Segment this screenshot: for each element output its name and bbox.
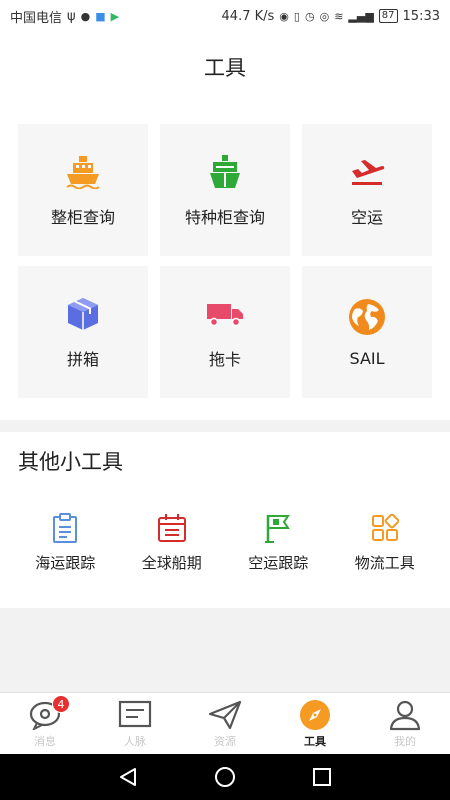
- eye-icon: ◎: [319, 9, 330, 23]
- tab-tools[interactable]: 工具: [270, 693, 360, 754]
- alarm-icon: ◷: [304, 9, 315, 23]
- home-icon[interactable]: [210, 762, 240, 792]
- unread-badge: 4: [52, 695, 70, 713]
- tab-label: 资源: [214, 735, 236, 748]
- tool-label: 空运跟踪: [248, 554, 309, 572]
- profile-icon: [387, 699, 423, 731]
- status-time: 15:33: [402, 8, 440, 24]
- airplane-takeoff-icon: [347, 152, 387, 192]
- tool-ocean-tracking[interactable]: 海运跟踪: [15, 512, 115, 573]
- chat-notification-icon: ●: [80, 9, 91, 23]
- vibrate-icon: ▯: [293, 9, 300, 23]
- tool-label: SAIL: [349, 348, 385, 368]
- tab-resources[interactable]: 资源: [180, 693, 270, 754]
- play-notification-icon: ▶: [110, 9, 120, 23]
- tool-label: 全球船期: [141, 554, 202, 572]
- main-tools-section: 整柜查询 特种柜查询 空运 拼箱 拖卡 SAIL: [0, 102, 450, 420]
- wifi-icon: ≋: [334, 9, 344, 23]
- tab-label: 消息: [34, 735, 56, 748]
- signal-icon: ▂▄▆: [348, 9, 374, 23]
- tool-lcl[interactable]: 拼箱: [18, 266, 148, 398]
- cargo-ship-icon: [205, 152, 245, 192]
- tool-fcl-query[interactable]: 整柜查询: [18, 124, 148, 256]
- usb-icon: ψ: [67, 8, 76, 24]
- tool-label: 物流工具: [354, 554, 415, 572]
- tool-sail[interactable]: SAIL: [302, 266, 432, 398]
- tab-label: 我的: [394, 735, 416, 748]
- clipboard-icon: [49, 512, 81, 544]
- network-speed: 44.7 K/s: [221, 8, 275, 24]
- tool-trucking[interactable]: 拖卡: [160, 266, 290, 398]
- tool-logistics-tools[interactable]: 物流工具: [335, 512, 435, 573]
- recents-icon[interactable]: [307, 762, 337, 792]
- back-icon[interactable]: [113, 762, 143, 792]
- tool-label: 特种柜查询: [184, 208, 265, 227]
- tool-label: 拼箱: [66, 350, 99, 369]
- truck-icon: [205, 294, 245, 334]
- tab-profile[interactable]: 我的: [360, 693, 450, 754]
- status-bar: 中国电信 ψ ● ■ ▶ 44.7 K/s ◉ ▯ ◷ ◎ ≋ ▂▄▆ 87 1…: [0, 0, 450, 32]
- page-title: 工具: [204, 56, 246, 80]
- tool-label: 拖卡: [208, 350, 241, 369]
- battery-level: 87: [378, 9, 398, 23]
- tab-label: 工具: [304, 735, 326, 748]
- bottom-nav: 4 消息 人脉 资源 工具 我的: [0, 692, 450, 754]
- carrier-name: 中国电信: [10, 10, 63, 26]
- tool-label: 空运: [350, 208, 383, 227]
- tool-label: 整柜查询: [50, 208, 115, 227]
- paper-plane-icon: [207, 699, 243, 731]
- main-tools-grid: 整柜查询 特种柜查询 空运 拼箱 拖卡 SAIL: [18, 124, 432, 398]
- tool-global-schedule[interactable]: 全球船期: [122, 512, 222, 573]
- globe-icon: [347, 297, 387, 337]
- calendar-icon: [156, 512, 188, 544]
- ship-icon: [63, 152, 103, 192]
- app-notification-icon: ■: [95, 9, 106, 23]
- tab-label: 人脉: [124, 735, 146, 748]
- page-header: 工具: [0, 32, 450, 102]
- location-icon: ◉: [279, 9, 289, 23]
- contacts-card-icon: [117, 699, 153, 731]
- tab-messages[interactable]: 4 消息: [0, 693, 90, 754]
- tool-air-freight[interactable]: 空运: [302, 124, 432, 256]
- other-tools-row: 海运跟踪 全球船期 空运跟踪 物流工具: [0, 512, 450, 573]
- compass-icon: [297, 699, 333, 731]
- tool-special-container-query[interactable]: 特种柜查询: [160, 124, 290, 256]
- system-nav-bar: [0, 754, 450, 800]
- tool-air-tracking[interactable]: 空运跟踪: [228, 512, 328, 573]
- tool-label: 海运跟踪: [35, 554, 96, 572]
- grid-apps-icon: [369, 512, 401, 544]
- box-icon: [63, 294, 103, 334]
- section-title: 其他小工具: [18, 450, 123, 474]
- other-tools-section: 其他小工具 海运跟踪 全球船期 空运跟踪 物流工具: [0, 432, 450, 608]
- flag-icon: [262, 512, 294, 544]
- tab-contacts[interactable]: 人脉: [90, 693, 180, 754]
